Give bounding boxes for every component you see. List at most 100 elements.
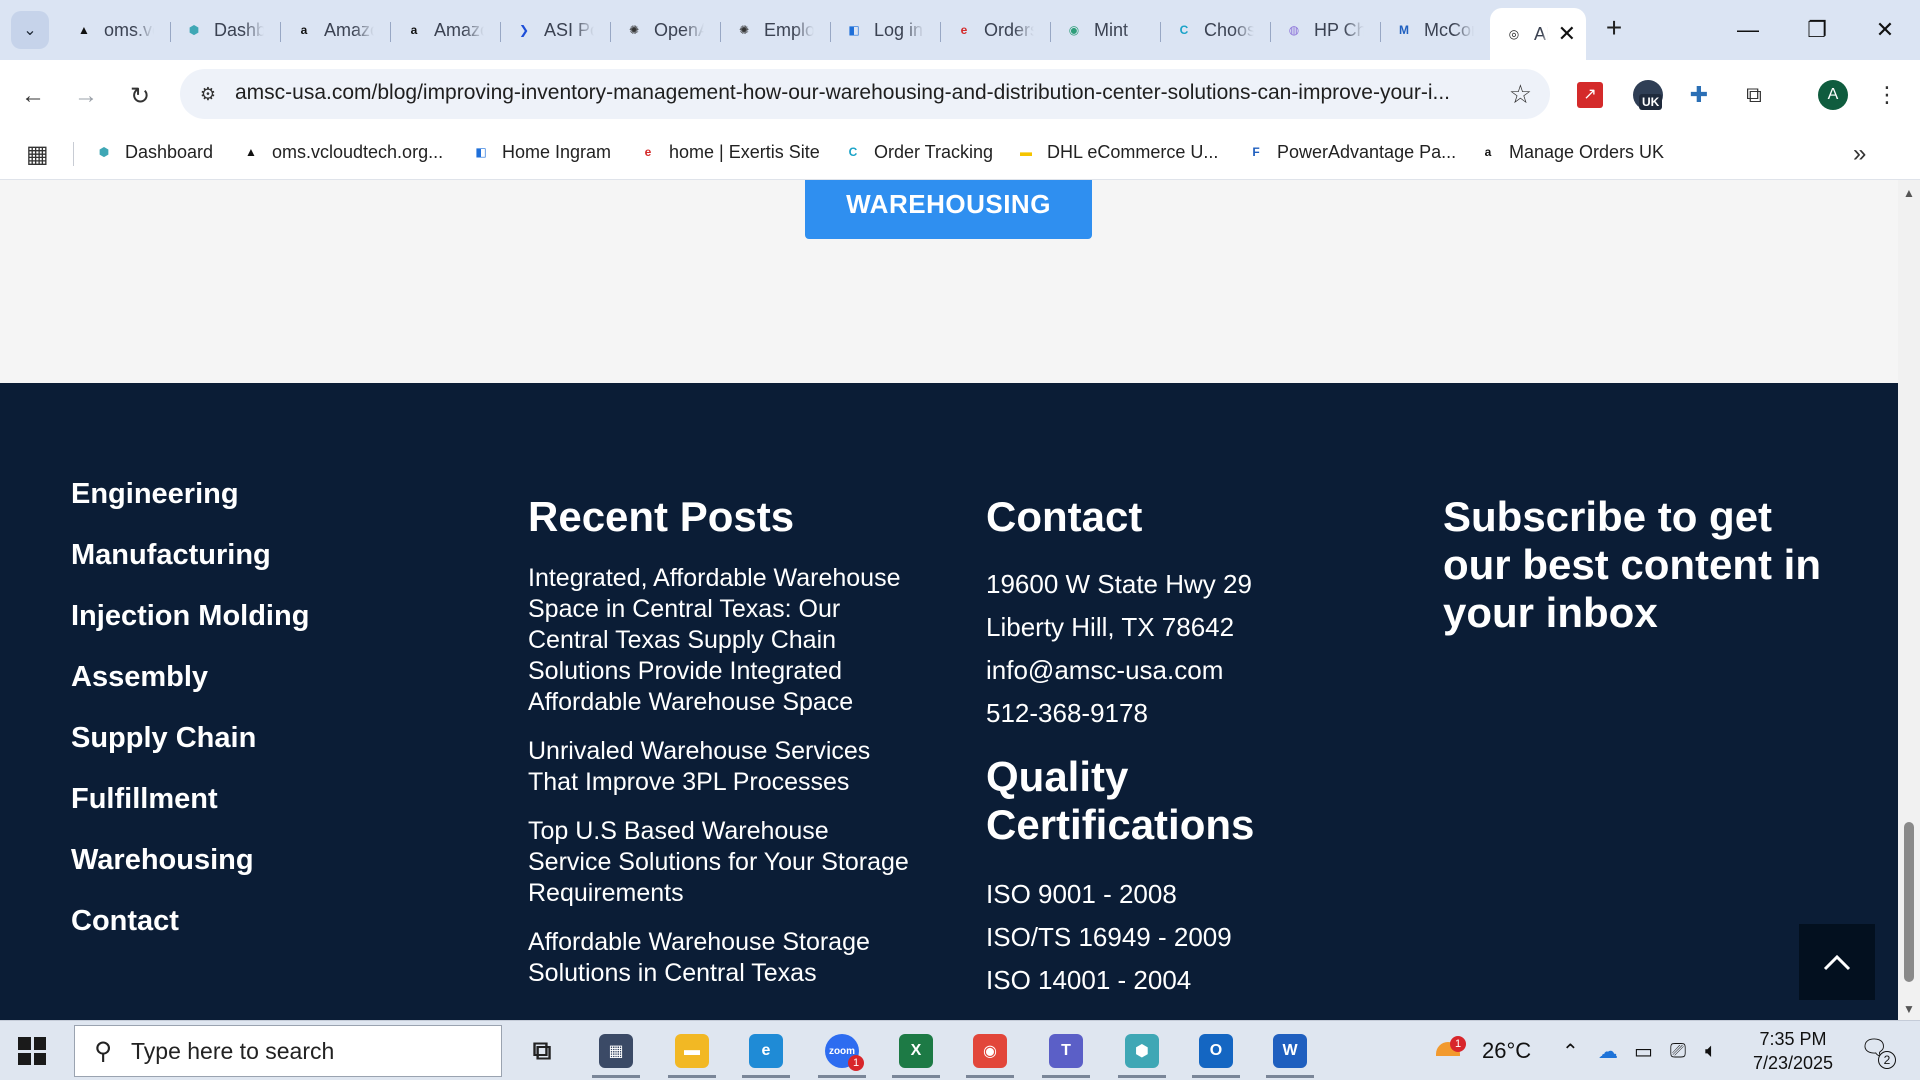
recent-post-link[interactable]: Integrated, Affordable Warehouse Space i…: [528, 563, 918, 718]
bookmark-item[interactable]: F PowerAdvantage Pa...: [1245, 141, 1456, 163]
footer-nav-link[interactable]: Manufacturing: [71, 539, 309, 600]
footer-nav-link[interactable]: Injection Molding: [71, 600, 309, 661]
more-bookmarks-icon[interactable]: »: [1853, 140, 1866, 168]
taskbar-app-file-explorer[interactable]: ▬: [660, 1027, 724, 1078]
tab-title: Orders: [984, 19, 1034, 40]
page-scrollbar[interactable]: ▲ ▼: [1898, 180, 1920, 1020]
taskbar-app-zoom[interactable]: zoom 1: [810, 1027, 874, 1078]
browser-tab[interactable]: M McCormick: [1380, 8, 1490, 52]
taskbar-app-task-view[interactable]: ⧉: [510, 1027, 574, 1075]
browser-tab[interactable]: ◎ AMSC ✕: [1490, 8, 1586, 60]
scrollbar-thumb[interactable]: [1904, 822, 1914, 982]
browser-tab[interactable]: e Orders: [940, 8, 1050, 52]
scroll-up-arrow-icon[interactable]: ▲: [1902, 186, 1916, 200]
bookmark-item[interactable]: C Order Tracking: [842, 141, 993, 163]
onedrive-cloud-icon[interactable]: ☁: [1598, 1021, 1618, 1081]
contact-line[interactable]: info@amsc-usa.com: [986, 649, 1346, 692]
notification-center-button[interactable]: 🗨︎ 2: [1860, 1035, 1896, 1069]
chevron-logo-icon: ❯: [518, 23, 530, 37]
back-button[interactable]: ←: [13, 76, 53, 116]
taskbar-app-word[interactable]: W: [1258, 1027, 1322, 1078]
bookmark-item[interactable]: ▬ DHL eCommerce U...: [1015, 141, 1218, 163]
forward-button[interactable]: →: [66, 76, 106, 116]
tab-search-button[interactable]: ⌄: [11, 11, 49, 49]
footer-nav-link[interactable]: Contact: [71, 905, 309, 966]
browser-tab[interactable]: ✺ Employee: [720, 8, 830, 52]
footer-nav-link[interactable]: Engineering: [71, 478, 309, 539]
extensions-puzzle-icon[interactable]: ⧉: [1737, 78, 1771, 112]
dhl-logo-icon: ▬: [1020, 145, 1032, 159]
taskbar-app-edge[interactable]: e: [734, 1027, 798, 1078]
footer-nav-link[interactable]: Warehousing: [71, 844, 309, 905]
contact-line[interactable]: 512-368-9178: [986, 692, 1346, 735]
arrow-right-icon: →: [74, 82, 98, 109]
browser-tab[interactable]: a Amazon: [390, 8, 500, 52]
footer-nav-link[interactable]: Assembly: [71, 661, 309, 722]
close-window-button[interactable]: ✕: [1850, 0, 1920, 60]
taskbar-app-teams[interactable]: T: [1034, 1027, 1098, 1078]
profile-avatar[interactable]: A: [1818, 80, 1848, 110]
taskbar-app-excel[interactable]: X: [884, 1027, 948, 1078]
bookmarks-bar: ▦ ⬢ Dashboard ▲ oms.vcloudtech.org... ◧ Home …: [0, 128, 1920, 180]
weather-widget[interactable]: 1 26°C: [1432, 1021, 1531, 1081]
reload-button[interactable]: ↻: [120, 76, 160, 116]
browser-tab[interactable]: ▲ oms.vcloudtech: [60, 8, 170, 52]
contact-column: Contact 19600 W State Hwy 29 Liberty Hill…: [986, 493, 1346, 1002]
bookmark-label: DHL eCommerce U...: [1047, 141, 1219, 162]
menu-kebab-icon[interactable]: ⋮: [1870, 78, 1904, 112]
search-icon: ⚲: [94, 1037, 112, 1065]
hp-logo-icon: ◍: [1288, 23, 1300, 37]
tab-title: Amazon: [434, 19, 484, 40]
battery-icon[interactable]: ▭: [1634, 1021, 1653, 1081]
recent-post-link[interactable]: Top U.S Based Warehouse Service Solution…: [528, 816, 918, 909]
bookmark-item[interactable]: ⬢ Dashboard: [93, 141, 213, 163]
medical-extension-icon[interactable]: ✚: [1682, 78, 1716, 112]
address-bar[interactable]: ⚙ amsc-usa.com/blog/improving-inventory-…: [180, 69, 1550, 119]
globe-extension-icon[interactable]: UK: [1631, 78, 1665, 112]
browser-tab[interactable]: ◧ Log in: [830, 8, 940, 52]
footer-nav-link[interactable]: Supply Chain: [71, 722, 309, 783]
bookmark-item[interactable]: e home | Exertis Site: [637, 141, 820, 163]
taskbar-app-app-gem[interactable]: ⬢: [1110, 1027, 1174, 1078]
minimize-button[interactable]: —: [1713, 0, 1783, 60]
bookmark-label: PowerAdvantage Pa...: [1277, 141, 1457, 162]
browser-tab[interactable]: ⬢ Dashboard: [170, 8, 280, 52]
bookmark-item[interactable]: ▲ oms.vcloudtech.org...: [240, 141, 443, 163]
warehousing-cta-button[interactable]: WAREHOUSING: [805, 180, 1092, 239]
browser-tab[interactable]: ◉ Mint: [1050, 8, 1160, 52]
taskbar-clock[interactable]: 7:35 PM 7/23/2025: [1738, 1027, 1848, 1075]
taskbar-search-box[interactable]: ⚲ Type here to search: [74, 1025, 502, 1077]
recent-post-link[interactable]: Affordable Warehouse Storage Solutions i…: [528, 927, 918, 989]
new-tab-button[interactable]: +: [1596, 10, 1632, 46]
start-button[interactable]: [18, 1037, 46, 1065]
tab-title: Log in: [874, 19, 924, 40]
site-info-icon[interactable]: ⚙: [192, 78, 224, 110]
url-text[interactable]: amsc-usa.com/blog/improving-inventory-ma…: [235, 81, 1485, 105]
restore-button[interactable]: ❐: [1782, 0, 1852, 60]
show-hidden-icons-button[interactable]: ⌃: [1562, 1021, 1579, 1081]
taskbar-search-placeholder: Type here to search: [131, 1037, 335, 1064]
subscribe-column: Subscribe to get our best content in you…: [1443, 493, 1843, 637]
taskbar-app-chrome[interactable]: ◉: [958, 1027, 1022, 1078]
scroll-down-arrow-icon[interactable]: ▼: [1902, 1002, 1916, 1016]
recent-post-link[interactable]: Unrivaled Warehouse Services That Improv…: [528, 736, 918, 798]
browser-tab[interactable]: ◍ HP Channel: [1270, 8, 1380, 52]
browser-tab[interactable]: a Amazon: [280, 8, 390, 52]
bookmark-item[interactable]: ◧ Home Ingram: [470, 141, 611, 163]
scroll-to-top-button[interactable]: [1799, 924, 1875, 1000]
pdf-extension-icon[interactable]: ↗: [1573, 78, 1607, 112]
network-icon[interactable]: ⎚: [1670, 1021, 1686, 1081]
calculator-icon: ▦: [599, 1034, 633, 1068]
apps-grid-icon[interactable]: ▦: [26, 140, 49, 169]
bookmark-star-icon[interactable]: ☆: [1509, 79, 1532, 110]
tab-title: oms.vcloudtech: [104, 19, 154, 40]
volume-icon[interactable]: 🔈︎: [1705, 1021, 1717, 1081]
browser-tab[interactable]: ✺ OpenAI: [610, 8, 720, 52]
footer-nav-link[interactable]: Fulfillment: [71, 783, 309, 844]
bookmark-item[interactable]: a Manage Orders UK: [1477, 141, 1664, 163]
close-tab-icon[interactable]: ✕: [1558, 21, 1576, 47]
browser-tab[interactable]: C Choose: [1160, 8, 1270, 52]
taskbar-app-outlook[interactable]: O: [1184, 1027, 1248, 1078]
taskbar-app-calculator[interactable]: ▦: [584, 1027, 648, 1078]
browser-tab[interactable]: ❯ ASI Portal: [500, 8, 610, 52]
